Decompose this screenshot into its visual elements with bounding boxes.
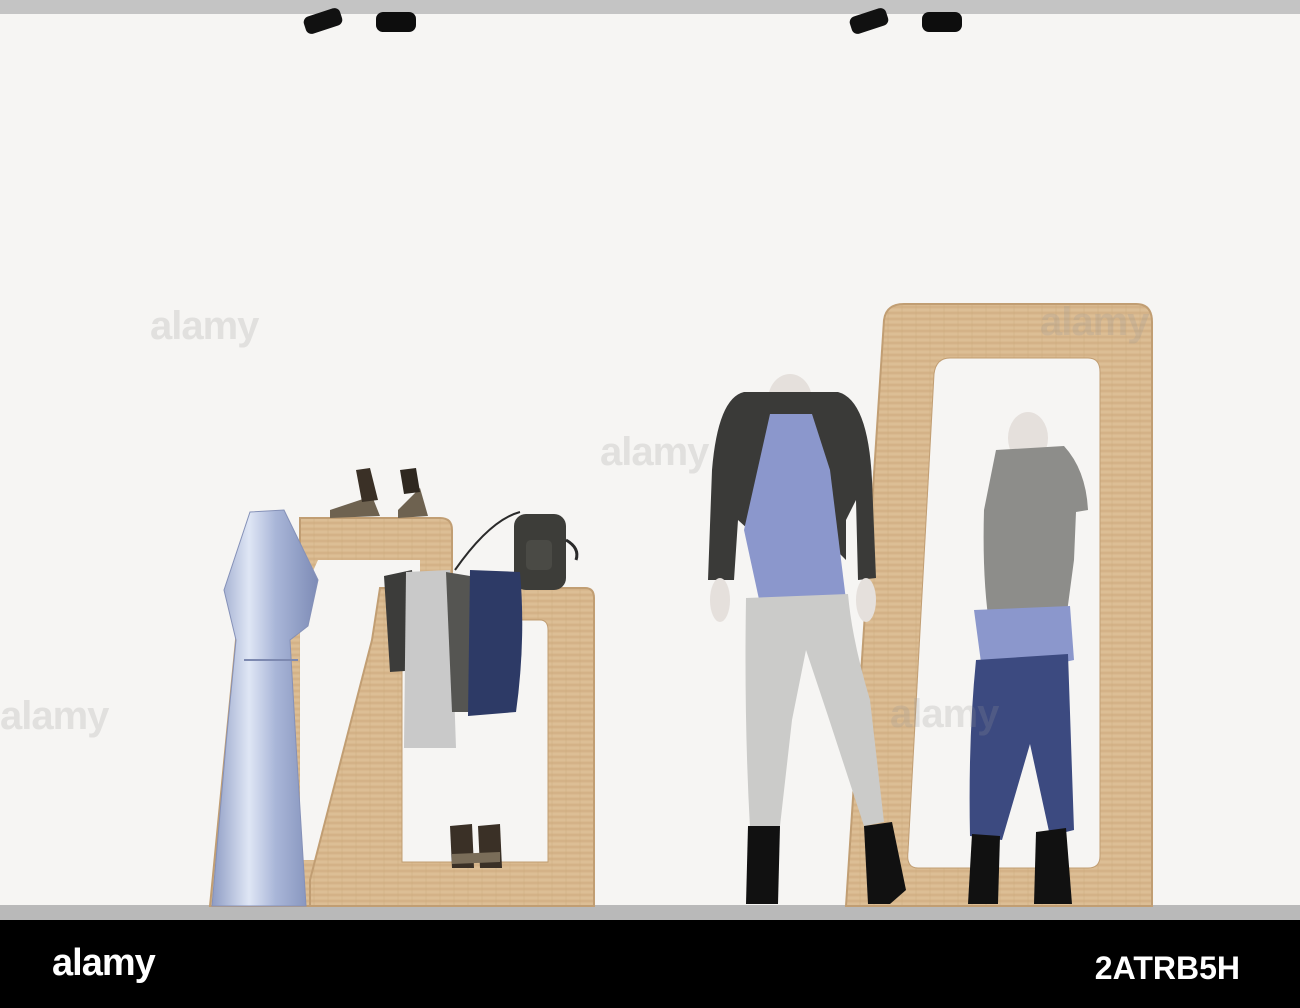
image-id: 2ATRB5H xyxy=(1094,950,1240,986)
spotlight-icon xyxy=(922,12,962,32)
spotlight-icon xyxy=(376,12,416,32)
watermark-footer: alamy 2ATRB5H xyxy=(0,920,1300,1008)
ceiling-strip xyxy=(0,0,1300,14)
floor-strip xyxy=(0,905,1300,920)
display-window-scene: alamy alamy alamy alamy alamy xyxy=(0,0,1300,920)
scene-illustration xyxy=(0,0,1300,920)
alamy-logo: alamy xyxy=(52,942,156,984)
